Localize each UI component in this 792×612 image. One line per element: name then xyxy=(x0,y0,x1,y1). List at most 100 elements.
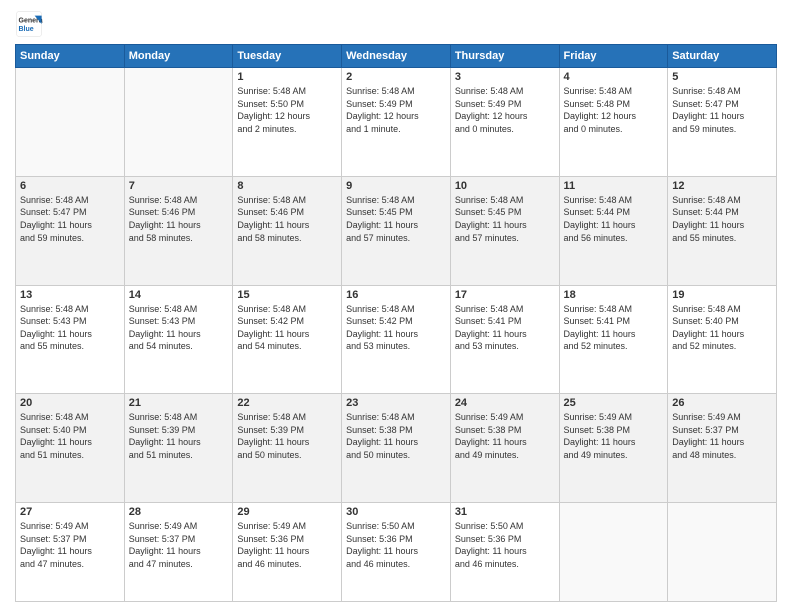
calendar-cell xyxy=(668,503,777,602)
calendar-cell: 5 Sunrise: 5:48 AM Sunset: 5:47 PM Daylig… xyxy=(668,68,777,177)
day-info: Sunrise: 5:48 AM Sunset: 5:46 PM Dayligh… xyxy=(237,194,337,244)
weekday-monday: Monday xyxy=(124,45,233,68)
calendar-cell: 29 Sunrise: 5:49 AM Sunset: 5:36 PM Dayli… xyxy=(233,503,342,602)
day-info: Sunrise: 5:48 AM Sunset: 5:49 PM Dayligh… xyxy=(455,85,555,135)
logo: General Blue xyxy=(15,10,43,38)
day-number: 13 xyxy=(20,289,120,301)
day-number: 1 xyxy=(237,71,337,83)
calendar-week-4: 20 Sunrise: 5:48 AM Sunset: 5:40 PM Dayli… xyxy=(16,394,777,503)
day-number: 10 xyxy=(455,180,555,192)
day-info: Sunrise: 5:49 AM Sunset: 5:38 PM Dayligh… xyxy=(455,411,555,461)
day-number: 19 xyxy=(672,289,772,301)
day-info: Sunrise: 5:49 AM Sunset: 5:37 PM Dayligh… xyxy=(672,411,772,461)
svg-text:Blue: Blue xyxy=(19,26,34,33)
header: General Blue xyxy=(15,10,777,38)
day-info: Sunrise: 5:48 AM Sunset: 5:44 PM Dayligh… xyxy=(564,194,664,244)
day-info: Sunrise: 5:48 AM Sunset: 5:42 PM Dayligh… xyxy=(346,303,446,353)
day-info: Sunrise: 5:48 AM Sunset: 5:50 PM Dayligh… xyxy=(237,85,337,135)
calendar-cell: 2 Sunrise: 5:48 AM Sunset: 5:49 PM Daylig… xyxy=(342,68,451,177)
day-info: Sunrise: 5:48 AM Sunset: 5:47 PM Dayligh… xyxy=(20,194,120,244)
calendar-cell: 9 Sunrise: 5:48 AM Sunset: 5:45 PM Daylig… xyxy=(342,176,451,285)
day-info: Sunrise: 5:48 AM Sunset: 5:49 PM Dayligh… xyxy=(346,85,446,135)
calendar-cell: 22 Sunrise: 5:48 AM Sunset: 5:39 PM Dayli… xyxy=(233,394,342,503)
day-number: 30 xyxy=(346,506,446,518)
weekday-friday: Friday xyxy=(559,45,668,68)
calendar-cell: 25Sunrise: 5:49 AM Sunset: 5:38 PM Dayli… xyxy=(559,394,668,503)
day-number: 7 xyxy=(129,180,229,192)
calendar-cell: 1 Sunrise: 5:48 AM Sunset: 5:50 PM Daylig… xyxy=(233,68,342,177)
day-info: Sunrise: 5:49 AM Sunset: 5:36 PM Dayligh… xyxy=(237,520,337,570)
weekday-thursday: Thursday xyxy=(450,45,559,68)
calendar-cell: 13 Sunrise: 5:48 AM Sunset: 5:43 PM Dayli… xyxy=(16,285,125,394)
day-number: 2 xyxy=(346,71,446,83)
day-number: 31 xyxy=(455,506,555,518)
day-number: 9 xyxy=(346,180,446,192)
weekday-header-row: SundayMondayTuesdayWednesdayThursdayFrid… xyxy=(16,45,777,68)
day-info: Sunrise: 5:48 AM Sunset: 5:46 PM Dayligh… xyxy=(129,194,229,244)
day-info: Sunrise: 5:50 AM Sunset: 5:36 PM Dayligh… xyxy=(455,520,555,570)
calendar-cell: 4 Sunrise: 5:48 AM Sunset: 5:48 PM Daylig… xyxy=(559,68,668,177)
day-info: Sunrise: 5:48 AM Sunset: 5:41 PM Dayligh… xyxy=(455,303,555,353)
day-number: 16 xyxy=(346,289,446,301)
day-info: Sunrise: 5:48 AM Sunset: 5:39 PM Dayligh… xyxy=(237,411,337,461)
calendar-cell: 10 Sunrise: 5:48 AM Sunset: 5:45 PM Dayli… xyxy=(450,176,559,285)
calendar-cell: 30 Sunrise: 5:50 AM Sunset: 5:36 PM Dayli… xyxy=(342,503,451,602)
day-number: 21 xyxy=(129,397,229,409)
calendar-cell: 21 Sunrise: 5:48 AM Sunset: 5:39 PM Dayli… xyxy=(124,394,233,503)
calendar-cell: 12 Sunrise: 5:48 AM Sunset: 5:44 PM Dayli… xyxy=(668,176,777,285)
calendar-cell: 15 Sunrise: 5:48 AM Sunset: 5:42 PM Dayli… xyxy=(233,285,342,394)
weekday-tuesday: Tuesday xyxy=(233,45,342,68)
day-info: Sunrise: 5:48 AM Sunset: 5:41 PM Dayligh… xyxy=(564,303,664,353)
day-info: Sunrise: 5:48 AM Sunset: 5:45 PM Dayligh… xyxy=(455,194,555,244)
day-number: 11 xyxy=(564,180,664,192)
day-number: 29 xyxy=(237,506,337,518)
calendar-cell: 7 Sunrise: 5:48 AM Sunset: 5:46 PM Daylig… xyxy=(124,176,233,285)
calendar-cell: 17Sunrise: 5:48 AM Sunset: 5:41 PM Dayli… xyxy=(450,285,559,394)
day-number: 20 xyxy=(20,397,120,409)
day-info: Sunrise: 5:48 AM Sunset: 5:40 PM Dayligh… xyxy=(20,411,120,461)
calendar-cell: 31 Sunrise: 5:50 AM Sunset: 5:36 PM Dayli… xyxy=(450,503,559,602)
day-number: 28 xyxy=(129,506,229,518)
day-info: Sunrise: 5:48 AM Sunset: 5:48 PM Dayligh… xyxy=(564,85,664,135)
day-info: Sunrise: 5:48 AM Sunset: 5:44 PM Dayligh… xyxy=(672,194,772,244)
calendar-cell: 18Sunrise: 5:48 AM Sunset: 5:41 PM Dayli… xyxy=(559,285,668,394)
calendar-table: SundayMondayTuesdayWednesdayThursdayFrid… xyxy=(15,44,777,602)
day-number: 23 xyxy=(346,397,446,409)
day-number: 15 xyxy=(237,289,337,301)
day-number: 12 xyxy=(672,180,772,192)
day-info: Sunrise: 5:50 AM Sunset: 5:36 PM Dayligh… xyxy=(346,520,446,570)
day-number: 6 xyxy=(20,180,120,192)
weekday-saturday: Saturday xyxy=(668,45,777,68)
calendar-cell: 24Sunrise: 5:49 AM Sunset: 5:38 PM Dayli… xyxy=(450,394,559,503)
calendar-cell: 16 Sunrise: 5:48 AM Sunset: 5:42 PM Dayli… xyxy=(342,285,451,394)
weekday-sunday: Sunday xyxy=(16,45,125,68)
calendar-cell: 8 Sunrise: 5:48 AM Sunset: 5:46 PM Daylig… xyxy=(233,176,342,285)
calendar-cell: 6 Sunrise: 5:48 AM Sunset: 5:47 PM Daylig… xyxy=(16,176,125,285)
day-number: 25 xyxy=(564,397,664,409)
day-info: Sunrise: 5:49 AM Sunset: 5:37 PM Dayligh… xyxy=(129,520,229,570)
calendar-week-3: 13 Sunrise: 5:48 AM Sunset: 5:43 PM Dayli… xyxy=(16,285,777,394)
day-number: 14 xyxy=(129,289,229,301)
day-info: Sunrise: 5:48 AM Sunset: 5:47 PM Dayligh… xyxy=(672,85,772,135)
day-number: 22 xyxy=(237,397,337,409)
day-number: 4 xyxy=(564,71,664,83)
calendar-cell: 27Sunrise: 5:49 AM Sunset: 5:37 PM Dayli… xyxy=(16,503,125,602)
calendar-week-2: 6 Sunrise: 5:48 AM Sunset: 5:47 PM Daylig… xyxy=(16,176,777,285)
weekday-wednesday: Wednesday xyxy=(342,45,451,68)
calendar-cell: 23Sunrise: 5:48 AM Sunset: 5:38 PM Dayli… xyxy=(342,394,451,503)
day-info: Sunrise: 5:48 AM Sunset: 5:39 PM Dayligh… xyxy=(129,411,229,461)
calendar-cell: 3 Sunrise: 5:48 AM Sunset: 5:49 PM Daylig… xyxy=(450,68,559,177)
day-info: Sunrise: 5:48 AM Sunset: 5:43 PM Dayligh… xyxy=(129,303,229,353)
day-number: 3 xyxy=(455,71,555,83)
day-info: Sunrise: 5:48 AM Sunset: 5:45 PM Dayligh… xyxy=(346,194,446,244)
calendar-cell: 28 Sunrise: 5:49 AM Sunset: 5:37 PM Dayli… xyxy=(124,503,233,602)
day-info: Sunrise: 5:49 AM Sunset: 5:37 PM Dayligh… xyxy=(20,520,120,570)
day-number: 5 xyxy=(672,71,772,83)
day-info: Sunrise: 5:48 AM Sunset: 5:40 PM Dayligh… xyxy=(672,303,772,353)
calendar-week-5: 27Sunrise: 5:49 AM Sunset: 5:37 PM Dayli… xyxy=(16,503,777,602)
calendar-cell xyxy=(124,68,233,177)
calendar-cell: 20 Sunrise: 5:48 AM Sunset: 5:40 PM Dayli… xyxy=(16,394,125,503)
day-info: Sunrise: 5:48 AM Sunset: 5:42 PM Dayligh… xyxy=(237,303,337,353)
day-number: 8 xyxy=(237,180,337,192)
day-info: Sunrise: 5:48 AM Sunset: 5:43 PM Dayligh… xyxy=(20,303,120,353)
